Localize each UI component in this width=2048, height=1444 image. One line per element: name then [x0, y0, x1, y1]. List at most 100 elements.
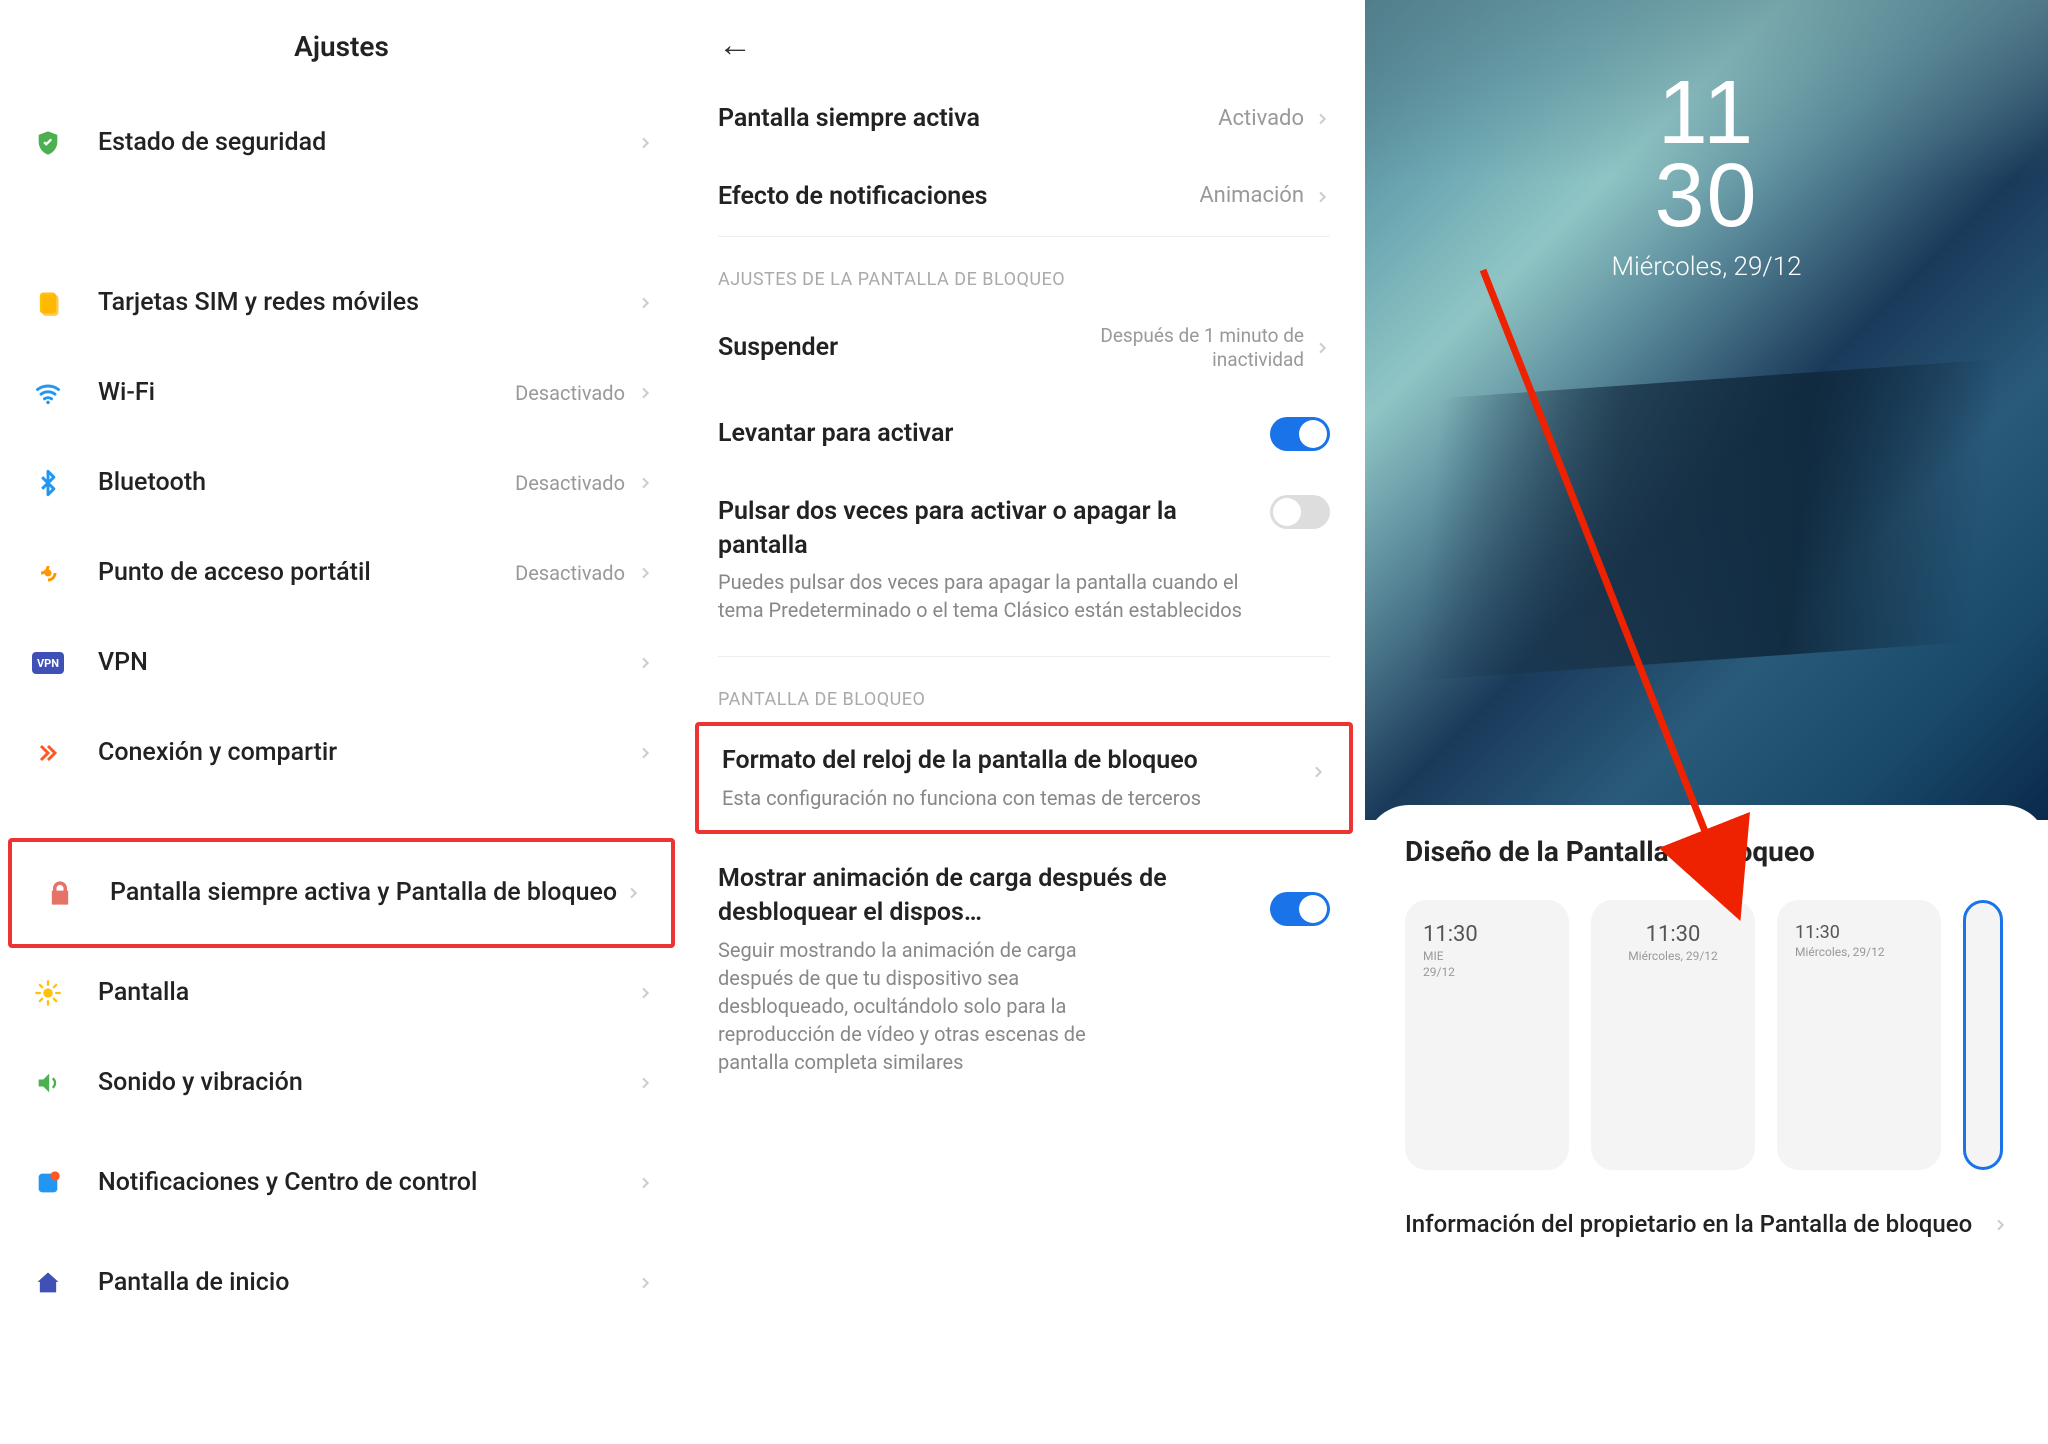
sleep-row[interactable]: Suspender Después de 1 minuto de inactiv…: [683, 302, 1365, 395]
section-header: AJUSTES DE LA PANTALLA DE BLOQUEO: [683, 237, 1365, 302]
thumb-date: Miércoles, 29/12: [1795, 945, 1923, 959]
chevron-right-icon: [637, 295, 653, 311]
row-title: Levantar para activar: [718, 417, 1260, 451]
settings-main-panel: Ajustes Estado de seguridad Tarjetas SIM…: [0, 0, 683, 1444]
item-label: VPN: [98, 647, 637, 680]
charge-anim-row[interactable]: Mostrar animación de carga después de de…: [683, 834, 1365, 1098]
chevron-right-icon: [637, 1275, 653, 1291]
notifications-item[interactable]: Notificaciones y Centro de control: [0, 1128, 683, 1238]
aod-row[interactable]: Pantalla siempre activa Activado: [683, 80, 1365, 158]
chevron-right-icon: [1314, 340, 1330, 356]
share-icon: [30, 735, 66, 771]
doubletap-row[interactable]: Pulsar dos veces para activar o apagar l…: [683, 473, 1365, 647]
item-label: Pantalla siempre activa y Pantalla de bl…: [110, 877, 625, 910]
row-subtitle: Esta configuración no funciona con temas…: [722, 784, 1310, 812]
clock-hours: 11: [1365, 72, 2048, 155]
shield-icon: [30, 125, 66, 161]
item-value: Desactivado: [515, 561, 625, 585]
row-subtitle: Puedes pulsar dos veces para apagar la p…: [718, 568, 1260, 624]
row-title: Suspender: [718, 331, 1094, 365]
back-button[interactable]: ←: [683, 0, 1365, 80]
chevron-right-icon: [637, 1175, 653, 1191]
arrow-left-icon: ←: [718, 25, 752, 65]
item-value: Desactivado: [515, 471, 625, 495]
bluetooth-icon: [30, 465, 66, 501]
row-title: Mostrar animación de carga después de de…: [718, 862, 1260, 930]
hotspot-item[interactable]: Punto de acceso portátil Desactivado: [0, 528, 683, 618]
item-label: Pantalla: [98, 977, 637, 1010]
thumb-date: 29/12: [1423, 965, 1551, 979]
thumb-time: 11:30: [1609, 922, 1737, 947]
owner-info-row[interactable]: Información del propietario en la Pantal…: [1405, 1208, 2008, 1242]
home-item[interactable]: Pantalla de inicio: [0, 1238, 683, 1328]
layout-thumbnails: 11:30 MIE 29/12 11:30 Miércoles, 29/12 1…: [1405, 900, 2008, 1170]
vpn-icon: VPN: [30, 645, 66, 681]
row-value: Activado: [1218, 105, 1304, 134]
lockscreen-clock: 11 30 Miércoles, 29/12: [1365, 72, 2048, 282]
home-icon: [30, 1265, 66, 1301]
security-status-item[interactable]: Estado de seguridad: [0, 98, 683, 188]
chevron-right-icon: [637, 385, 653, 401]
row-title: Pulsar dos veces para activar o apagar l…: [718, 495, 1260, 563]
section-header: PANTALLA DE BLOQUEO: [683, 657, 1365, 722]
hotspot-icon: [30, 555, 66, 591]
row-subtitle: Seguir mostrando la animación de carga d…: [718, 936, 1138, 1076]
charge-toggle[interactable]: [1270, 892, 1330, 926]
clock-format-row[interactable]: Formato del reloj de la pantalla de bloq…: [695, 722, 1353, 834]
owner-label: Información del propietario en la Pantal…: [1405, 1208, 1992, 1242]
thumb-day: MIE: [1423, 949, 1551, 963]
vpn-item[interactable]: VPN VPN: [0, 618, 683, 708]
row-title: Formato del reloj de la pantalla de bloq…: [722, 744, 1310, 778]
doubletap-toggle[interactable]: [1270, 495, 1330, 529]
chevron-right-icon: [637, 745, 653, 761]
chevron-right-icon: [637, 135, 653, 151]
notification-icon: [30, 1165, 66, 1201]
row-value: Animación: [1199, 182, 1304, 211]
chevron-right-icon: [625, 885, 641, 901]
bluetooth-item[interactable]: Bluetooth Desactivado: [0, 438, 683, 528]
item-label: Estado de seguridad: [98, 127, 637, 160]
share-item[interactable]: Conexión y compartir: [0, 708, 683, 798]
thumb-date: Miércoles, 29/12: [1609, 949, 1737, 963]
item-label: Conexión y compartir: [98, 737, 637, 770]
item-value: Desactivado: [515, 381, 625, 405]
item-label: Tarjetas SIM y redes móviles: [98, 287, 637, 320]
layout-option-3[interactable]: 11:30 Miércoles, 29/12: [1777, 900, 1941, 1170]
raise-toggle[interactable]: [1270, 417, 1330, 451]
chevron-right-icon: [637, 1075, 653, 1091]
chevron-right-icon: [637, 565, 653, 581]
clock-minutes: 30: [1365, 155, 2048, 238]
layout-option-1[interactable]: 11:30 MIE 29/12: [1405, 900, 1569, 1170]
chevron-right-icon: [637, 475, 653, 491]
item-label: Sonido y vibración: [98, 1067, 637, 1100]
lock-icon: [42, 875, 78, 911]
wifi-icon: [30, 375, 66, 411]
wifi-item[interactable]: Wi-Fi Desactivado: [0, 348, 683, 438]
chevron-right-icon: [637, 985, 653, 1001]
notif-effect-row[interactable]: Efecto de notificaciones Animación: [683, 158, 1365, 236]
settings-title: Ajustes: [0, 0, 683, 98]
row-title: Pantalla siempre activa: [718, 102, 1218, 136]
sound-item[interactable]: Sonido y vibración: [0, 1038, 683, 1128]
sim-icon: [30, 285, 66, 321]
display-item[interactable]: Pantalla: [0, 948, 683, 1038]
item-label: Punto de acceso portátil: [98, 557, 515, 590]
thumb-time: 11:30: [1423, 922, 1551, 947]
design-sheet: Diseño de la Pantalla de bloqueo 11:30 M…: [1365, 805, 2048, 1444]
lockscreen-item[interactable]: Pantalla siempre activa y Pantalla de bl…: [8, 838, 675, 948]
row-title: Efecto de notificaciones: [718, 180, 1199, 214]
item-label: Wi-Fi: [98, 377, 515, 410]
lockscreen-settings-panel: ← Pantalla siempre activa Activado Efect…: [683, 0, 1365, 1444]
sim-item[interactable]: Tarjetas SIM y redes móviles: [0, 258, 683, 348]
sun-icon: [30, 975, 66, 1011]
chevron-right-icon: [637, 655, 653, 671]
chevron-right-icon: [1314, 189, 1330, 205]
layout-option-2[interactable]: 11:30 Miércoles, 29/12: [1591, 900, 1755, 1170]
item-label: Notificaciones y Centro de control: [98, 1167, 637, 1200]
item-label: Bluetooth: [98, 467, 515, 500]
chevron-right-icon: [1314, 111, 1330, 127]
layout-option-4[interactable]: [1963, 900, 2003, 1170]
thumb-time: 11:30: [1795, 922, 1923, 943]
speaker-icon: [30, 1065, 66, 1101]
raise-row[interactable]: Levantar para activar: [683, 395, 1365, 473]
